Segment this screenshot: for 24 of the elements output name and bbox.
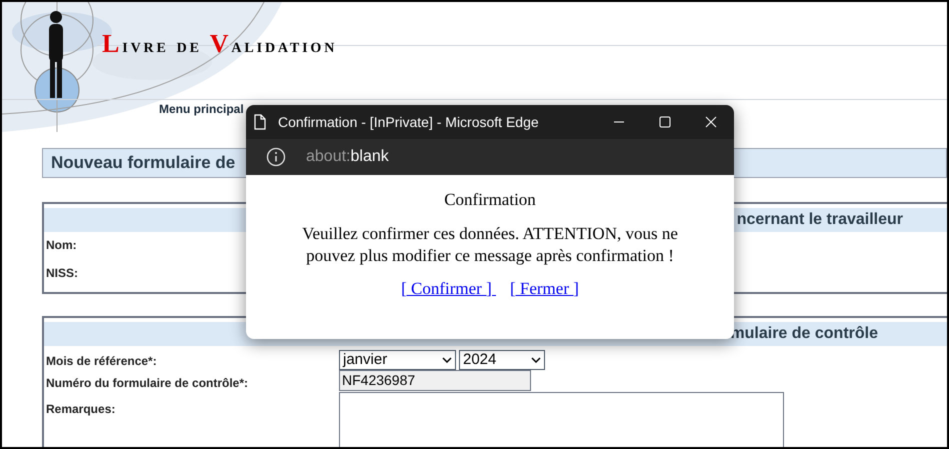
address-text: about:blank bbox=[306, 147, 389, 167]
menu-link[interactable]: Menu principal bbox=[159, 100, 244, 118]
field-label: Mois de référence*: bbox=[46, 353, 158, 370]
field-label: Numéro du formulaire de contrôle*: bbox=[46, 375, 250, 392]
chevron-icon bbox=[442, 357, 452, 363]
info-icon[interactable] bbox=[266, 147, 286, 167]
window-title: Confirmation - [InPrivate] - Microsoft Edge bbox=[278, 112, 539, 132]
input-field[interactable]: NF4236987 bbox=[339, 370, 531, 391]
dropdown[interactable]: janvier bbox=[339, 350, 456, 370]
section-heading: ncernant le travailleur bbox=[736, 210, 903, 230]
chevron-icon bbox=[531, 357, 541, 363]
dialog-link[interactable]: [ Fermer ] bbox=[510, 276, 579, 301]
site-title: Livre de Validation bbox=[102, 28, 338, 60]
section-heading: mulaire de contrôle bbox=[730, 324, 878, 344]
dropdown[interactable]: 2024 bbox=[459, 350, 545, 370]
dialog-message: Veuillez confirmer ces données. ATTENTION, vous ne pouvez plus modifier ce message après confirmation ! bbox=[301, 222, 679, 266]
dialog-title: Confirmation bbox=[444, 189, 536, 211]
page-heading: Nouveau formulaire de bbox=[51, 152, 236, 174]
page-icon bbox=[254, 114, 266, 130]
dialog-link[interactable]: [ Confirmer ] bbox=[401, 276, 496, 301]
text-area[interactable] bbox=[339, 392, 784, 447]
field-label: Nom: bbox=[46, 237, 78, 254]
field-label: Remarques: bbox=[46, 401, 116, 418]
field-label: NISS: bbox=[46, 265, 80, 282]
